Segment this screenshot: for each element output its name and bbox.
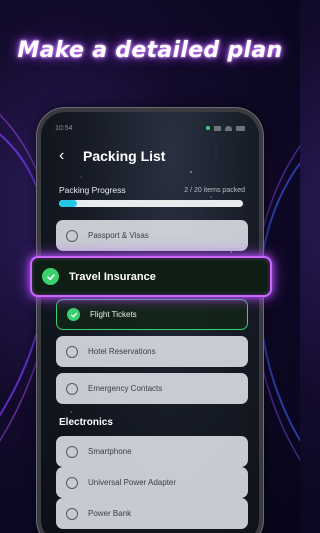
unchecked-circle-icon[interactable] — [66, 507, 78, 520]
highlighted-list-item[interactable]: Travel Insurance — [30, 256, 272, 297]
progress-row: Packing Progress 2 / 20 items packed — [59, 185, 245, 195]
status-time: 10:54 — [55, 124, 73, 132]
list-item[interactable]: Flight Tickets — [56, 299, 248, 330]
list-item[interactable]: Hotel Reservations — [56, 336, 248, 367]
header: ‹ Packing List — [59, 148, 166, 165]
list-item-label: Emergency Contacts — [88, 384, 163, 393]
list-item[interactable]: Emergency Contacts — [56, 373, 248, 404]
list-item-label: Power Bank — [88, 509, 132, 518]
check-icon[interactable] — [42, 268, 59, 285]
list-item-label: Passport & Visas — [88, 231, 149, 240]
progress-bar-fill — [59, 200, 78, 207]
section-title-electronics: Electronics — [59, 417, 113, 428]
list-item-label: Hotel Reservations — [88, 347, 156, 356]
battery-icon — [236, 125, 245, 131]
progress-bar — [59, 200, 243, 207]
progress-label: Packing Progress — [59, 185, 126, 195]
app-screen: 10:54 ‹ Packing List Packing Progress 2 … — [41, 112, 259, 533]
unchecked-circle-icon[interactable] — [66, 445, 78, 458]
unchecked-circle-icon[interactable] — [66, 476, 78, 489]
status-bar: 10:54 — [55, 122, 245, 134]
list-item-label: Flight Tickets — [90, 310, 137, 319]
camera-indicator-icon — [206, 126, 210, 130]
list-item-label: Smartphone — [88, 447, 132, 456]
unchecked-circle-icon[interactable] — [66, 345, 78, 358]
list-item-label: Universal Power Adapter — [88, 478, 177, 487]
back-arrow-icon[interactable]: ‹ — [59, 148, 71, 164]
list-item-label: Travel Insurance — [69, 270, 156, 283]
unchecked-circle-icon[interactable] — [66, 229, 78, 242]
wifi-icon — [225, 125, 232, 131]
list-item[interactable]: Universal Power Adapter — [56, 467, 248, 498]
phone-frame: 10:54 ‹ Packing List Packing Progress 2 … — [37, 108, 263, 533]
list-item[interactable]: Smartphone — [56, 436, 248, 467]
signal-icon — [214, 125, 221, 131]
page-title: Packing List — [83, 148, 166, 164]
list-item[interactable]: Power Bank — [56, 498, 248, 529]
unchecked-circle-icon[interactable] — [66, 382, 78, 395]
list-item[interactable]: Passport & Visas — [56, 220, 248, 251]
check-icon[interactable] — [67, 308, 80, 321]
progress-count: 2 / 20 items packed — [184, 186, 245, 194]
headline: Make a detailed plan — [17, 38, 283, 63]
